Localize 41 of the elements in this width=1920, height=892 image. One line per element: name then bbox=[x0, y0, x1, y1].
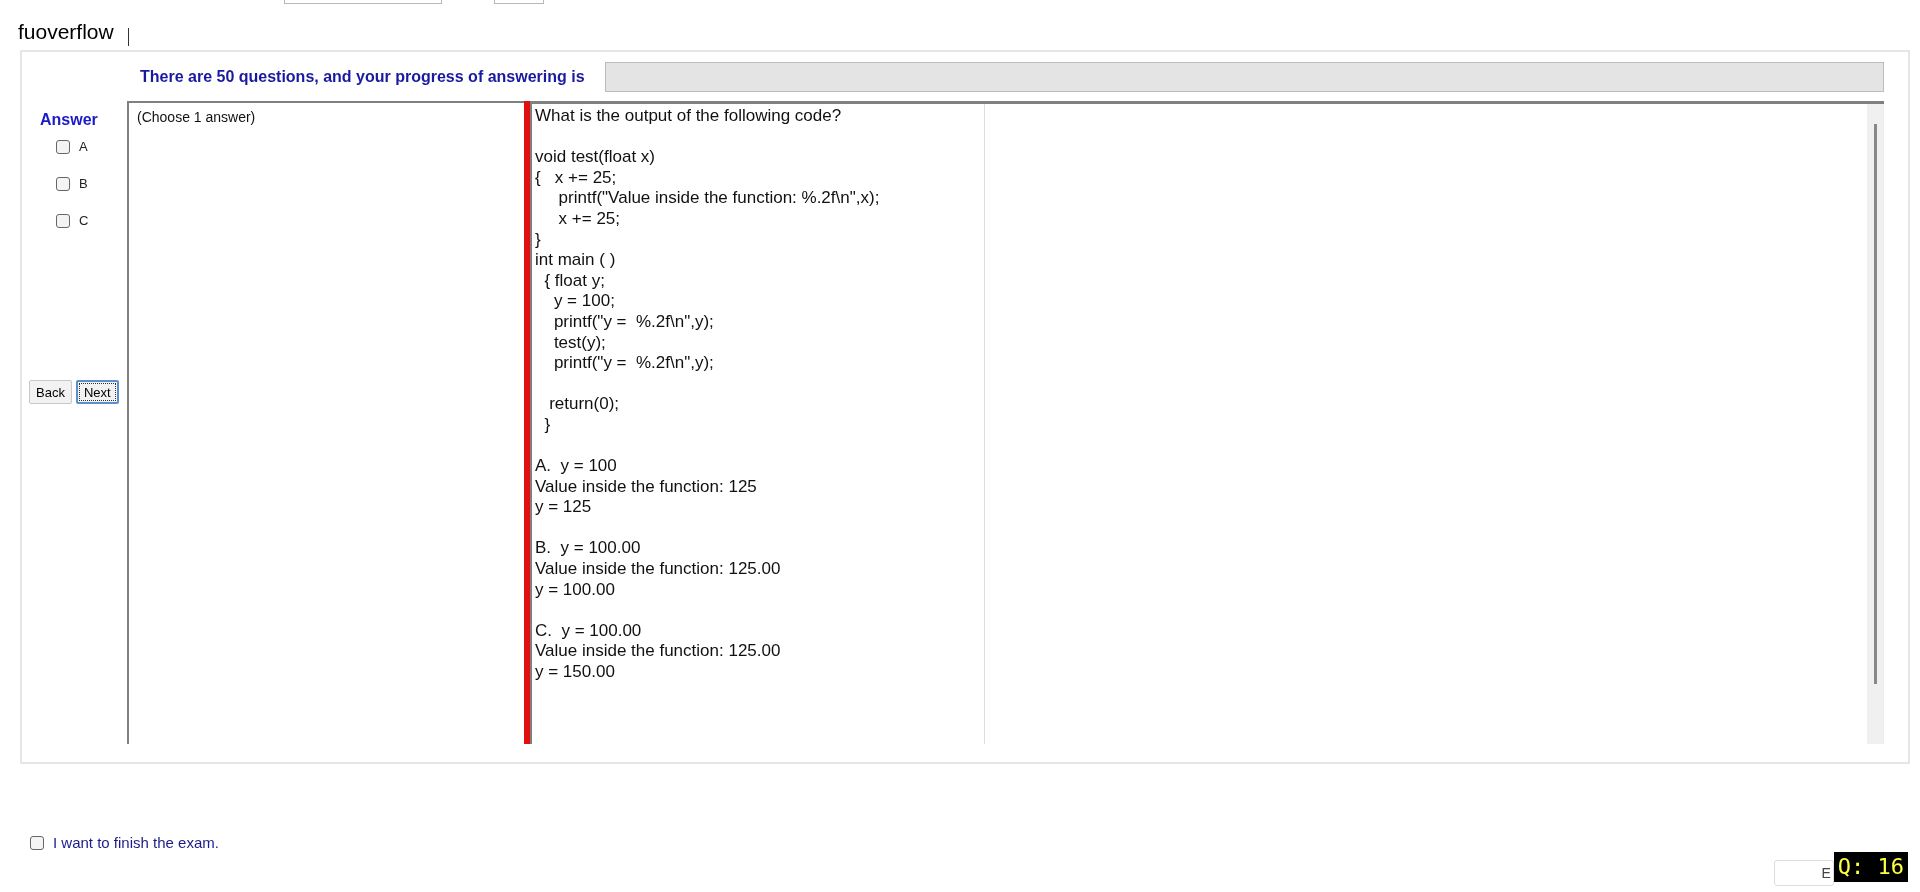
question-line: y = 150.00 bbox=[535, 662, 616, 683]
question-line: { x += 25; bbox=[535, 167, 618, 189]
question-line: Value inside the function: 125 bbox=[535, 476, 758, 498]
text-cursor bbox=[127, 28, 129, 46]
question-line: B. y = 100.00 bbox=[535, 538, 642, 560]
question-line: { float y; bbox=[543, 270, 606, 292]
checkbox[interactable] bbox=[30, 835, 44, 850]
question-line: Value inside the function: 125.00 bbox=[535, 641, 782, 663]
question-line: What is the output of the following code? bbox=[535, 106, 843, 127]
question-line: C. y = 100.00 bbox=[535, 620, 643, 642]
question-line: test(y); bbox=[552, 332, 607, 354]
question-line: x += 25; bbox=[557, 208, 622, 230]
question-line: printf("Value inside the function: %.2f\n",x); bbox=[557, 188, 881, 209]
option-label: A bbox=[79, 139, 88, 154]
question-counter: Q: 16 bbox=[1833, 852, 1908, 882]
option-label: C bbox=[79, 213, 89, 228]
question-line: } bbox=[543, 414, 552, 436]
site-name: fuoverflow bbox=[18, 20, 114, 44]
checkbox[interactable] bbox=[56, 139, 70, 154]
exit-button[interactable]: E bbox=[1773, 860, 1834, 886]
progress-text: There are 50 questions, and your progress of answering is bbox=[140, 68, 585, 86]
question-line: printf("y = %.2f\n",y); bbox=[552, 311, 715, 333]
question-line: Value inside the function: 125.00 bbox=[535, 559, 782, 580]
question-line: printf("y = %.2f\n",y); bbox=[552, 353, 715, 374]
question-line: y = 100; bbox=[552, 291, 616, 312]
question-line: y = 125 bbox=[535, 497, 593, 518]
answer-heading: Answer bbox=[40, 111, 99, 129]
question-line: void test(float x) bbox=[535, 147, 656, 168]
question-line: } bbox=[535, 229, 542, 251]
instruction-text: (Choose 1 answer) bbox=[137, 109, 256, 125]
checkbox[interactable] bbox=[56, 176, 70, 191]
finish-label: I want to finish the exam. bbox=[53, 834, 219, 851]
question-line: return(0); bbox=[548, 394, 621, 415]
checkbox[interactable] bbox=[56, 213, 70, 228]
question-line: A. y = 100 bbox=[535, 456, 618, 477]
question-line: int main ( ) bbox=[535, 250, 617, 271]
scrollbar[interactable] bbox=[1867, 104, 1883, 744]
nav-button[interactable]: Next bbox=[75, 380, 119, 404]
option-label: B bbox=[79, 176, 88, 191]
nav-button[interactable]: Back bbox=[29, 380, 72, 404]
question-line: y = 100.00 bbox=[535, 579, 616, 601]
